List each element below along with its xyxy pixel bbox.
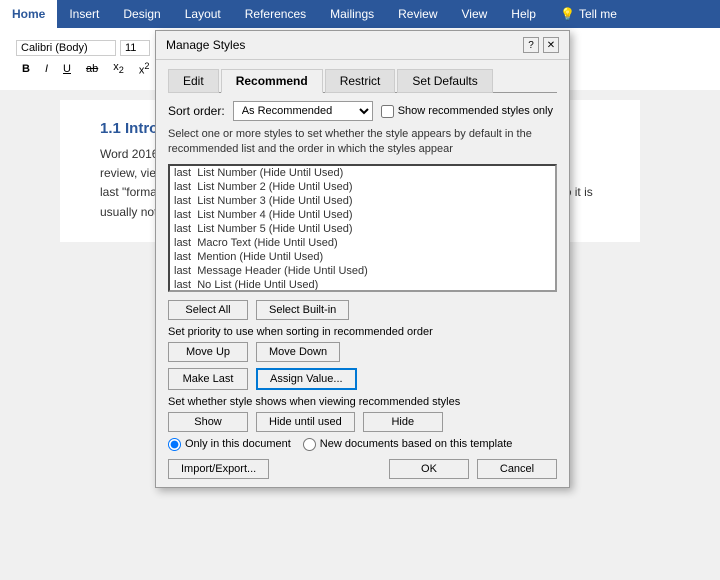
- dialog-content: Edit Recommend Restrict Set Defaults Sor…: [156, 60, 569, 487]
- show-hide-buttons-row: Show Hide until used Hide: [168, 412, 557, 432]
- dialog-titlebar: Manage Styles ? ✕: [156, 31, 569, 60]
- move-up-button[interactable]: Move Up: [168, 342, 248, 362]
- make-last-button[interactable]: Make Last: [168, 368, 248, 390]
- show-button[interactable]: Show: [168, 412, 248, 432]
- list-item[interactable]: last List Number 4 (Hide Until Used): [170, 208, 555, 222]
- cancel-button[interactable]: Cancel: [477, 459, 557, 479]
- radio-row: Only in this document New documents base…: [168, 438, 557, 451]
- select-all-button[interactable]: Select All: [168, 300, 248, 320]
- list-item[interactable]: last List Number 3 (Hide Until Used): [170, 194, 555, 208]
- show-recommended-label: Show recommended styles only: [398, 105, 553, 117]
- list-item[interactable]: last Message Header (Hide Until Used): [170, 264, 555, 278]
- list-item[interactable]: last No List (Hide Until Used): [170, 278, 555, 292]
- ok-cancel-buttons: OK Cancel: [389, 459, 557, 479]
- viewing-label: Set whether style shows when viewing rec…: [168, 396, 557, 408]
- assign-value-button[interactable]: Assign Value...: [256, 368, 357, 390]
- radio-template-input[interactable]: [303, 438, 316, 451]
- radio-doc-label: Only in this document: [185, 438, 291, 450]
- sort-order-select[interactable]: As Recommended Alphabetical By Type: [233, 101, 373, 121]
- show-recommended-checkbox-row: Show recommended styles only: [381, 105, 553, 118]
- list-item[interactable]: last Macro Text (Hide Until Used): [170, 236, 555, 250]
- select-buttons-row: Select All Select Built-in: [168, 300, 557, 320]
- bottom-row: Import/Export... OK Cancel: [168, 459, 557, 479]
- dialog-overlay: Manage Styles ? ✕ Edit Recommend Restric…: [0, 0, 720, 580]
- show-recommended-checkbox[interactable]: [381, 105, 394, 118]
- select-builtin-button[interactable]: Select Built-in: [256, 300, 349, 320]
- list-item[interactable]: last Mention (Hide Until Used): [170, 250, 555, 264]
- dialog-title: Manage Styles: [166, 38, 245, 52]
- radio-doc-input[interactable]: [168, 438, 181, 451]
- priority-label: Set priority to use when sorting in reco…: [168, 326, 557, 338]
- description-text: Select one or more styles to set whether…: [168, 127, 557, 158]
- tab-recommend[interactable]: Recommend: [221, 69, 323, 93]
- tab-edit[interactable]: Edit: [168, 69, 219, 93]
- list-item[interactable]: last List Number 2 (Hide Until Used): [170, 180, 555, 194]
- hide-button[interactable]: Hide: [363, 412, 443, 432]
- dialog-window-controls: ? ✕: [523, 37, 559, 53]
- sort-label: Sort order:: [168, 104, 225, 118]
- ok-button[interactable]: OK: [389, 459, 469, 479]
- dialog-close-button[interactable]: ✕: [543, 37, 559, 53]
- tab-restrict[interactable]: Restrict: [325, 69, 396, 93]
- list-item[interactable]: last List Number (Hide Until Used): [170, 166, 555, 180]
- tab-set-defaults[interactable]: Set Defaults: [397, 69, 492, 93]
- priority-buttons-row: Move Up Move Down: [168, 342, 557, 362]
- priority-buttons-row2: Make Last Assign Value...: [168, 368, 557, 390]
- list-item[interactable]: last List Number 5 (Hide Until Used): [170, 222, 555, 236]
- radio-template-option[interactable]: New documents based on this template: [303, 438, 513, 451]
- styles-list[interactable]: last List Number (Hide Until Used) last …: [168, 164, 557, 292]
- move-down-button[interactable]: Move Down: [256, 342, 340, 362]
- dialog-tab-bar: Edit Recommend Restrict Set Defaults: [168, 68, 557, 93]
- radio-template-label: New documents based on this template: [320, 438, 513, 450]
- sort-row: Sort order: As Recommended Alphabetical …: [168, 101, 557, 121]
- dialog-help-button[interactable]: ?: [523, 37, 539, 53]
- import-export-button[interactable]: Import/Export...: [168, 459, 269, 479]
- hide-until-used-button[interactable]: Hide until used: [256, 412, 355, 432]
- radio-doc-option[interactable]: Only in this document: [168, 438, 291, 451]
- manage-styles-dialog: Manage Styles ? ✕ Edit Recommend Restric…: [155, 30, 570, 488]
